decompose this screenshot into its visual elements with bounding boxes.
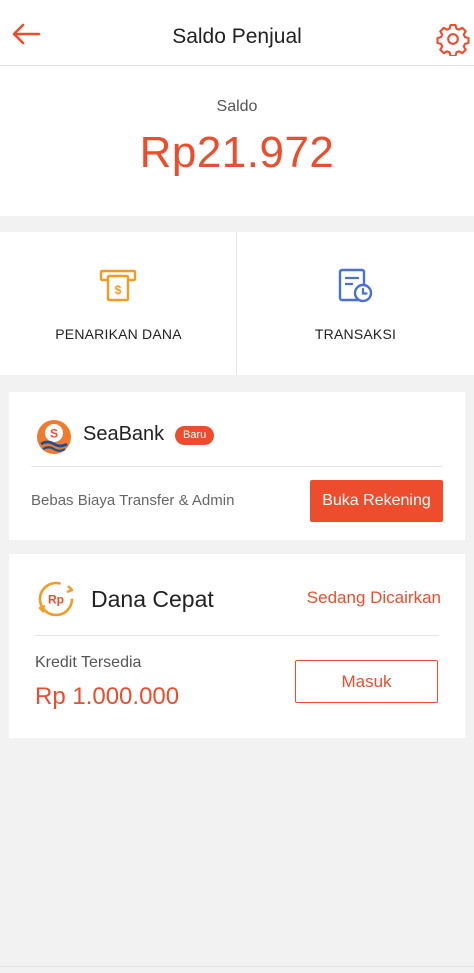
withdraw-funds-button[interactable]: $ PENARIKAN DANA <box>0 232 237 375</box>
transaction-history-icon <box>338 268 373 303</box>
dana-cepat-name: Dana Cepat <box>91 586 214 612</box>
open-account-button[interactable]: Buka Rekening <box>310 480 443 522</box>
gear-icon <box>436 23 470 58</box>
rp-cycle-icon: Rp <box>38 581 74 617</box>
balance-label: Saldo <box>216 98 258 115</box>
seabank-name: SeaBank <box>83 423 165 445</box>
bottom-divider <box>0 966 474 967</box>
divider <box>35 635 439 636</box>
seabank-description: Bebas Biaya Transfer & Admin <box>31 492 235 509</box>
login-button[interactable]: Masuk <box>295 660 438 703</box>
seabank-logo-icon: S <box>37 420 71 454</box>
transactions-button[interactable]: TRANSAKSI <box>237 232 474 375</box>
balance-card: Saldo Rp21.972 <box>0 66 474 216</box>
balance-amount: Rp21.972 <box>139 128 335 177</box>
withdraw-funds-label: PENARIKAN DANA <box>55 326 182 342</box>
divider <box>31 466 443 467</box>
dana-cepat-card: Rp Dana Cepat Sedang Dicairkan Kredit Te… <box>9 554 465 738</box>
svg-text:Rp: Rp <box>48 593 64 607</box>
atm-withdraw-icon: $ <box>99 269 137 302</box>
credit-available-amount: Rp 1.000.000 <box>35 683 180 710</box>
page-title: Saldo Penjual <box>172 25 302 48</box>
settings-button[interactable] <box>436 22 470 58</box>
action-menu: $ PENARIKAN DANA TRANSAKSI <box>0 232 474 375</box>
transactions-label: TRANSAKSI <box>314 326 397 342</box>
credit-available-label: Kredit Tersedia <box>35 654 142 671</box>
new-badge: Baru <box>175 426 215 445</box>
svg-text:$: $ <box>115 283 122 297</box>
svg-text:S: S <box>50 427 58 441</box>
dana-cepat-status[interactable]: Sedang Dicairkan <box>307 588 441 608</box>
top-app-bar: Saldo Penjual <box>0 0 474 66</box>
seabank-card: S SeaBank Baru Bebas Biaya Transfer & Ad… <box>9 392 465 540</box>
